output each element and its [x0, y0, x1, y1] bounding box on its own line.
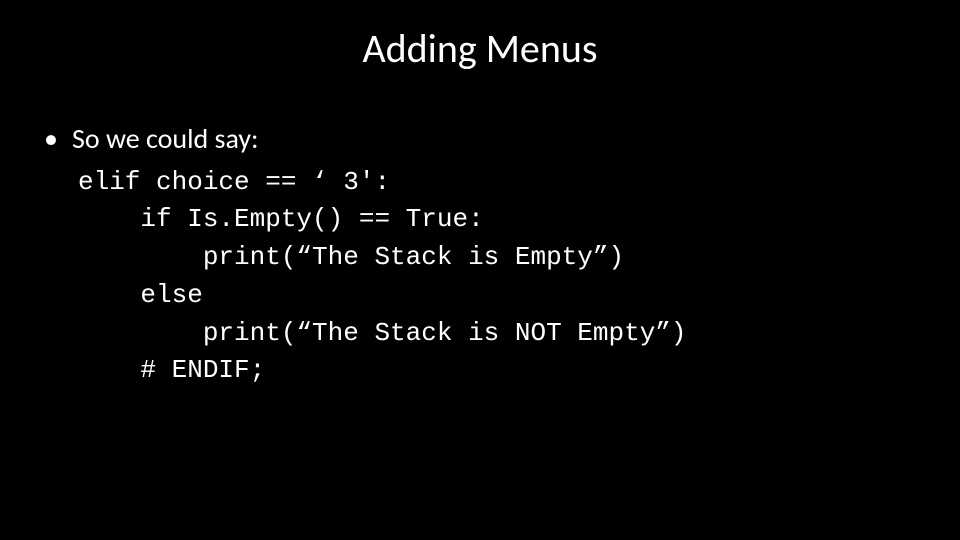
code-line: print(“The Stack is Empty”) [78, 242, 624, 272]
slide-title: Adding Menus [0, 24, 960, 73]
code-block: elif choice == ‘ 3': if Is.Empty() == Tr… [78, 164, 920, 390]
slide: Adding Menus • So we could say: elif cho… [0, 0, 960, 540]
code-line: elif choice == ‘ 3': [78, 167, 390, 197]
bullet-item: • So we could say: [40, 120, 920, 158]
code-line: # ENDIF; [78, 355, 265, 385]
code-line: print(“The Stack is NOT Empty”) [78, 318, 687, 348]
bullet-dot: • [40, 120, 72, 158]
slide-body: • So we could say: elif choice == ‘ 3': … [40, 120, 920, 390]
code-line: if Is.Empty() == True: [78, 204, 484, 234]
bullet-text: So we could say: [72, 120, 920, 158]
code-line: else [78, 280, 203, 310]
